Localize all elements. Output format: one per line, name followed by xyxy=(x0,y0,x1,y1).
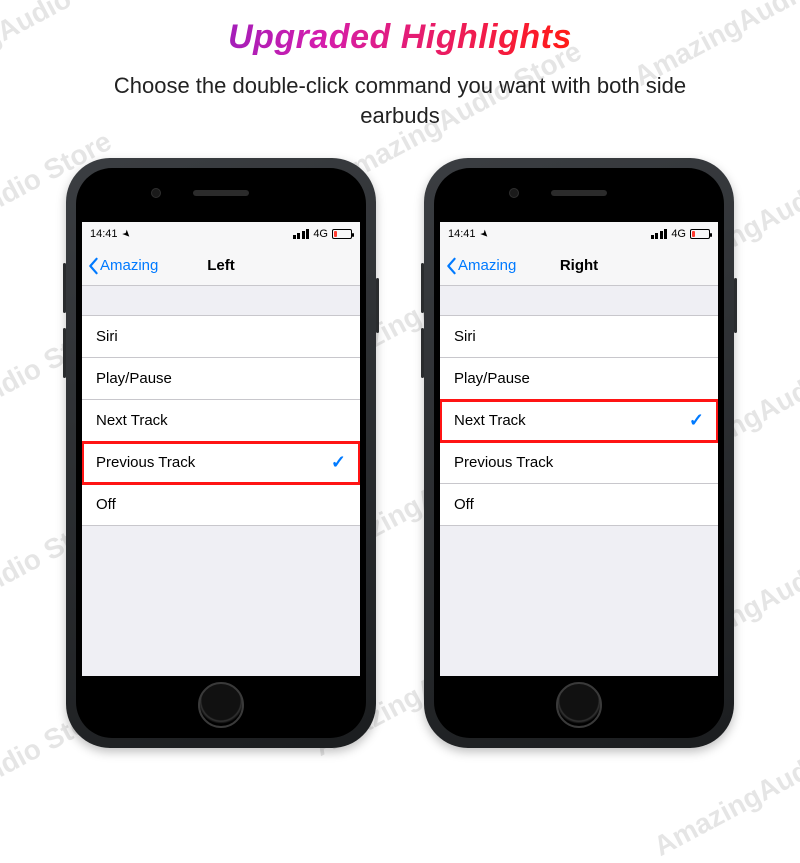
network-label: 4G xyxy=(313,228,328,240)
home-button[interactable] xyxy=(198,682,244,728)
chevron-left-icon xyxy=(86,257,100,275)
battery-icon xyxy=(690,229,710,239)
status-bar: 14:41 ➤ 4G xyxy=(440,222,718,246)
signal-icon xyxy=(651,229,668,239)
location-icon: ➤ xyxy=(119,228,133,242)
section-spacer xyxy=(440,286,718,316)
front-camera xyxy=(509,188,519,198)
home-button[interactable] xyxy=(556,682,602,728)
checkmark-icon: ✓ xyxy=(331,452,346,473)
option-label: Off xyxy=(454,496,474,513)
nav-bar: Amazing Right xyxy=(440,246,718,286)
option-cell[interactable]: Play/Pause xyxy=(82,358,360,400)
nav-bar: Amazing Left xyxy=(82,246,360,286)
option-cell[interactable]: Previous Track ✓ xyxy=(82,442,360,484)
back-label: Amazing xyxy=(458,257,516,274)
signal-icon xyxy=(293,229,310,239)
battery-icon xyxy=(332,229,352,239)
phone-mockup: 14:41 ➤ 4G Amazing Left xyxy=(66,158,376,748)
options-list: Siri Play/Pause Next Track ✓ Previous Track O… xyxy=(440,316,718,526)
subhead: Choose the double-click command you want… xyxy=(80,71,720,130)
options-list: Siri Play/Pause Next Track Previous Track ✓ O… xyxy=(82,316,360,526)
chevron-left-icon xyxy=(444,257,458,275)
option-cell[interactable]: Siri xyxy=(82,316,360,358)
option-cell[interactable]: Play/Pause xyxy=(440,358,718,400)
network-label: 4G xyxy=(671,228,686,240)
back-button[interactable]: Amazing xyxy=(82,257,158,275)
status-time: 14:41 xyxy=(448,228,476,240)
option-cell[interactable]: Siri xyxy=(440,316,718,358)
front-camera xyxy=(151,188,161,198)
status-bar: 14:41 ➤ 4G xyxy=(82,222,360,246)
option-cell[interactable]: Off xyxy=(82,484,360,526)
option-cell[interactable]: Next Track xyxy=(82,400,360,442)
back-label: Amazing xyxy=(100,257,158,274)
option-cell[interactable]: Next Track ✓ xyxy=(440,400,718,442)
option-cell[interactable]: Off xyxy=(440,484,718,526)
option-label: Next Track xyxy=(454,412,526,429)
back-button[interactable]: Amazing xyxy=(440,257,516,275)
option-cell[interactable]: Previous Track xyxy=(440,442,718,484)
option-label: Previous Track xyxy=(96,454,195,471)
option-label: Previous Track xyxy=(454,454,553,471)
option-label: Siri xyxy=(96,328,118,345)
option-label: Next Track xyxy=(96,412,168,429)
headline: Upgraded Highlights xyxy=(0,18,800,57)
section-spacer xyxy=(82,286,360,316)
option-label: Off xyxy=(96,496,116,513)
earpiece xyxy=(551,190,607,196)
phone-mockup: 14:41 ➤ 4G Amazing Right xyxy=(424,158,734,748)
option-label: Siri xyxy=(454,328,476,345)
option-label: Play/Pause xyxy=(96,370,172,387)
location-icon: ➤ xyxy=(477,228,491,242)
option-label: Play/Pause xyxy=(454,370,530,387)
status-time: 14:41 xyxy=(90,228,118,240)
screen: 14:41 ➤ 4G Amazing Left xyxy=(82,222,360,676)
earpiece xyxy=(193,190,249,196)
checkmark-icon: ✓ xyxy=(689,410,704,431)
screen: 14:41 ➤ 4G Amazing Right xyxy=(440,222,718,676)
